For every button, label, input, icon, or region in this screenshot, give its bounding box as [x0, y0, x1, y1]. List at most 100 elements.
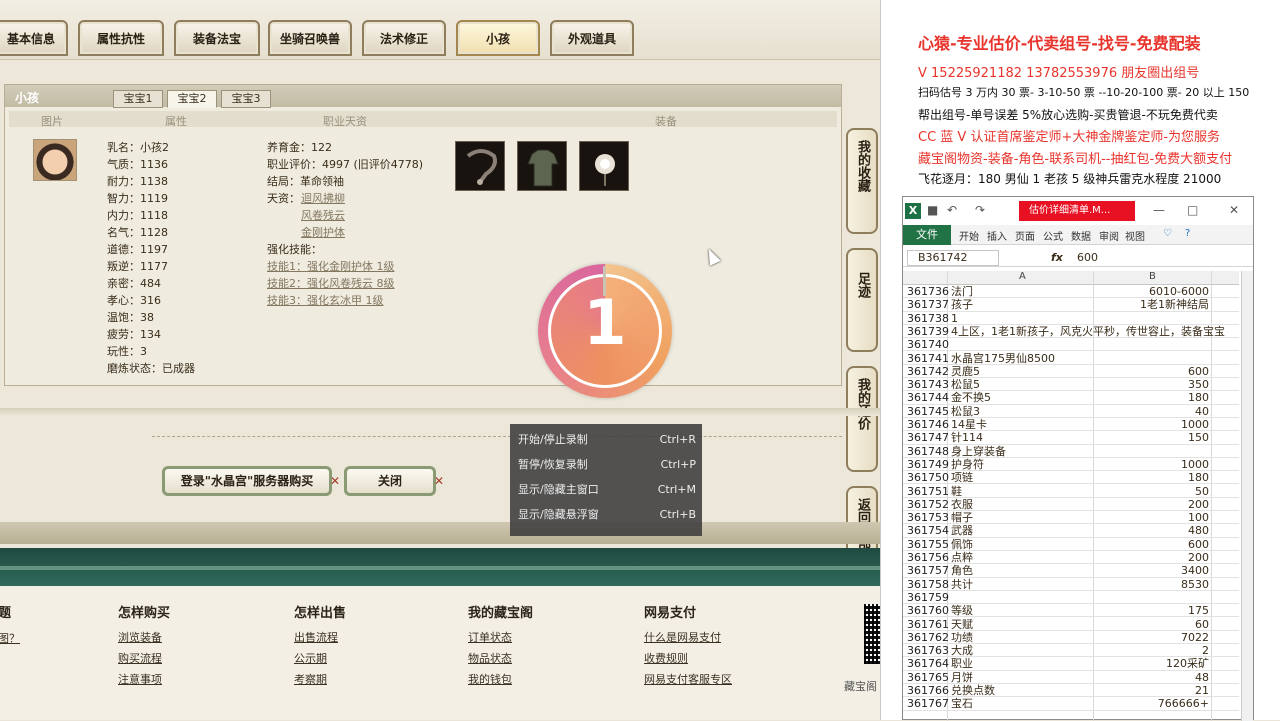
maximize-icon[interactable]: □: [1187, 203, 1198, 217]
footer-link[interactable]: 浏览装备: [118, 629, 162, 645]
save-icon[interactable]: ■: [927, 203, 938, 217]
undo-icon[interactable]: ↶: [947, 203, 957, 217]
cell-a[interactable]: 金不换5: [951, 391, 991, 404]
subtab-baby3[interactable]: 宝宝3: [221, 90, 271, 108]
help-icon[interactable]: ?: [1185, 228, 1190, 239]
heart-icon[interactable]: ♡: [1163, 228, 1172, 239]
cell-a[interactable]: 松鼠5: [951, 378, 980, 391]
table-row[interactable]: 361760 等级 175: [903, 604, 1239, 618]
subtab-baby2[interactable]: 宝宝2: [167, 90, 217, 108]
table-row[interactable]: 361755 佩饰 600: [903, 538, 1239, 551]
cell-b[interactable]: 1000: [1093, 418, 1209, 431]
cell-b[interactable]: 60: [1093, 618, 1209, 631]
table-row[interactable]: 361759: [903, 591, 1239, 605]
cell-b[interactable]: 200: [1093, 551, 1209, 564]
tab-attributes[interactable]: 属性抗性: [78, 20, 164, 56]
cell-a[interactable]: 天赋: [951, 618, 973, 631]
cell-b[interactable]: 7022: [1093, 631, 1209, 644]
cell-a[interactable]: 针114: [951, 431, 983, 444]
cell-b[interactable]: 48: [1093, 671, 1209, 684]
cell-a[interactable]: 点粹: [951, 551, 973, 564]
table-row[interactable]: 361750 项链 180: [903, 471, 1239, 485]
tab-basic-info[interactable]: 基本信息: [0, 20, 68, 56]
footer-link[interactable]: 公示期: [294, 650, 327, 666]
cell-b[interactable]: 766666+: [1093, 697, 1209, 710]
footer-link[interactable]: 订单状态: [468, 629, 512, 645]
cell-b[interactable]: 1000: [1093, 458, 1209, 471]
table-row[interactable]: 361757 角色 3400: [903, 564, 1239, 578]
cell-b[interactable]: 120采矿: [1093, 657, 1209, 670]
cell-b[interactable]: 8530: [1093, 578, 1209, 591]
cell-a[interactable]: 兑换点数: [951, 684, 995, 697]
cell-b[interactable]: 1老1新神结局: [1093, 298, 1209, 311]
cell-b[interactable]: 600: [1093, 538, 1209, 551]
equip-slot-necklace[interactable]: [455, 141, 505, 191]
ribbon-tab[interactable]: 数据: [1071, 228, 1091, 243]
cell-b[interactable]: 480: [1093, 524, 1209, 537]
tab-mounts[interactable]: 坐骑召唤兽: [268, 20, 352, 56]
menu-item-start-stop-recording[interactable]: 开始/停止录制 Ctrl+R: [518, 429, 696, 451]
cell-b[interactable]: 3400: [1093, 564, 1209, 577]
table-row[interactable]: 361737 孩子 1老1新神结局: [903, 298, 1239, 312]
cell-a[interactable]: 月饼: [951, 671, 973, 684]
cell-a[interactable]: 身上穿装备: [951, 445, 1006, 458]
skill-2[interactable]: 技能2：强化风卷残云 8级: [267, 275, 395, 291]
equip-slot-armor[interactable]: [517, 141, 567, 191]
formula-input[interactable]: 600: [1077, 251, 1098, 264]
equip-slot-accessory[interactable]: [579, 141, 629, 191]
minimize-icon[interactable]: —: [1153, 203, 1165, 217]
cell-a[interactable]: 护身符: [951, 458, 984, 471]
talent-1[interactable]: 迴风拂柳: [301, 190, 345, 206]
table-row[interactable]: 361762 功绩 7022: [903, 631, 1239, 645]
ribbon-tab[interactable]: 视图: [1125, 228, 1145, 243]
tab-file[interactable]: 文件: [903, 225, 951, 245]
table-row[interactable]: 361765 月饼 48: [903, 671, 1239, 684]
cell-a[interactable]: 灵鹿5: [951, 365, 980, 378]
table-row[interactable]: 361767 宝石 766666+: [903, 697, 1239, 711]
table-row[interactable]: 361756 点粹 200: [903, 551, 1239, 565]
footer-link[interactable]: 物品状态: [468, 650, 512, 666]
redo-icon[interactable]: ↷: [975, 203, 985, 217]
cell-a[interactable]: 14星卡: [951, 418, 987, 431]
cell-a[interactable]: 衣服: [951, 498, 973, 511]
table-row[interactable]: 361741 水晶宫175男仙8500: [903, 352, 1239, 365]
cell-a[interactable]: 大成: [951, 644, 973, 657]
cell-b[interactable]: 350: [1093, 378, 1209, 391]
footer-partial-link[interactable]: 图？: [0, 630, 20, 646]
footer-link[interactable]: 考察期: [294, 671, 327, 687]
cell-a[interactable]: 项链: [951, 471, 973, 484]
cell-a[interactable]: 佩饰: [951, 538, 973, 551]
table-row[interactable]: 361751 鞋 50: [903, 485, 1239, 498]
table-row[interactable]: 361758 共计 8530: [903, 578, 1239, 591]
nav-footprints[interactable]: 足迹: [846, 248, 878, 352]
cell-b[interactable]: 600: [1093, 365, 1209, 378]
table-row[interactable]: 361766 兑换点数 21: [903, 684, 1239, 698]
table-row[interactable]: 361745 松鼠3 40: [903, 405, 1239, 418]
footer-link[interactable]: 收费规则: [644, 650, 688, 666]
cell-a[interactable]: 共计: [951, 578, 973, 591]
vertical-scrollbar[interactable]: [1241, 271, 1253, 721]
cell-a[interactable]: 等级: [951, 604, 973, 617]
ribbon-tab[interactable]: 开始: [959, 228, 979, 243]
talent-3[interactable]: 金刚护体: [301, 224, 345, 240]
table-row[interactable]: 361736 法门 6010-6000: [903, 285, 1239, 299]
cell-a[interactable]: 孩子: [951, 298, 973, 311]
table-row[interactable]: 361753 帽子 100: [903, 511, 1239, 525]
table-row[interactable]: 361740: [903, 338, 1239, 352]
table-row[interactable]: 361746 14星卡 1000: [903, 418, 1239, 432]
tab-spells[interactable]: 法术修正: [362, 20, 446, 56]
footer-link[interactable]: 我的钱包: [468, 671, 512, 687]
cell-a[interactable]: 松鼠3: [951, 405, 980, 418]
cell-a[interactable]: 功绩: [951, 631, 973, 644]
cell-b[interactable]: 6010-6000: [1093, 285, 1209, 298]
skill-3[interactable]: 技能3：强化玄冰甲 1级: [267, 292, 384, 308]
footer-link[interactable]: 什么是网易支付: [644, 629, 721, 645]
cell-b[interactable]: 50: [1093, 485, 1209, 498]
cell-b[interactable]: 2: [1093, 644, 1209, 657]
close-icon[interactable]: ✕: [1229, 203, 1239, 217]
table-row[interactable]: 361749 护身符 1000: [903, 458, 1239, 472]
page-scrollbar[interactable]: [880, 0, 896, 720]
cell-b[interactable]: 150: [1093, 431, 1209, 444]
cell-a[interactable]: 鞋: [951, 485, 962, 498]
footer-link[interactable]: 注意事项: [118, 671, 162, 687]
